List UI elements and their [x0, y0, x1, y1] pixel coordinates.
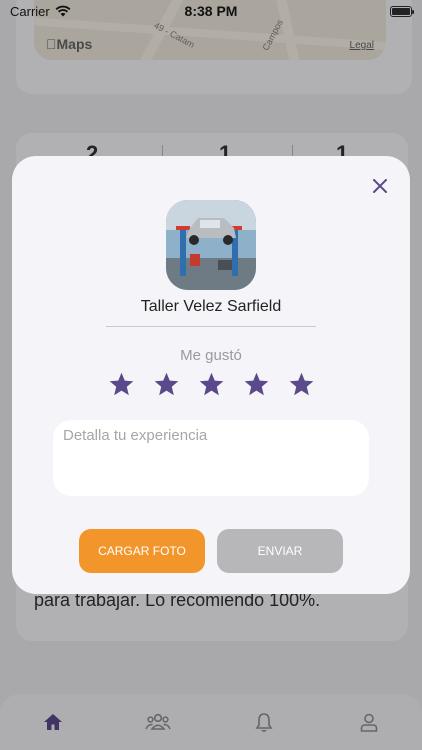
divider — [106, 326, 316, 327]
star-icon[interactable] — [198, 371, 225, 398]
shop-photo — [166, 200, 256, 290]
upload-photo-button[interactable]: CARGAR FOTO — [79, 529, 205, 573]
status-time: 8:38 PM — [184, 3, 238, 19]
rating-modal: Taller Velez Sarfield Me gustó CARGAR FO… — [12, 156, 410, 594]
star-rating — [108, 371, 315, 398]
status-bar: Carrier 8:38 PM — [0, 0, 422, 22]
close-button[interactable] — [368, 174, 392, 198]
star-icon[interactable] — [153, 371, 180, 398]
experience-input[interactable] — [53, 420, 369, 496]
close-icon — [373, 179, 387, 193]
send-button[interactable]: ENVIAR — [217, 529, 343, 573]
shop-name: Taller Velez Sarfield — [140, 298, 282, 315]
car-lift-image — [166, 200, 256, 290]
star-icon[interactable] — [108, 371, 135, 398]
battery-icon — [390, 5, 414, 17]
star-icon[interactable] — [243, 371, 270, 398]
star-icon[interactable] — [288, 371, 315, 398]
rating-label: Me gustó — [180, 347, 242, 364]
